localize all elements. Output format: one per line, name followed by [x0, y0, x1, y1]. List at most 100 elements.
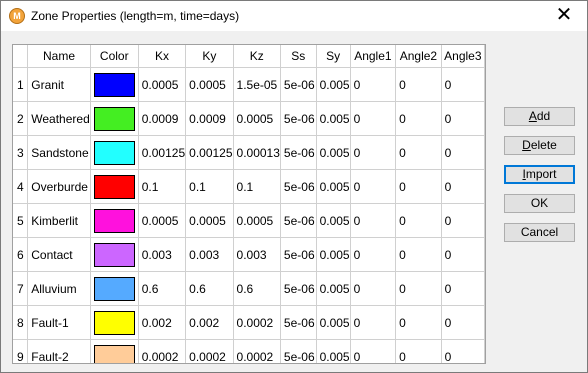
- zone-name-cell[interactable]: Overburde: [27, 169, 91, 204]
- table-row[interactable]: 9 Fault-2 0.0002 0.0002 0.0002 5e-06 0.0…: [13, 339, 485, 363]
- import-button[interactable]: Import: [504, 165, 575, 184]
- angle3-cell[interactable]: 0: [441, 101, 485, 136]
- sy-cell[interactable]: 0.005: [316, 237, 351, 272]
- cancel-button[interactable]: Cancel: [504, 223, 575, 242]
- column-header-kz[interactable]: Kz: [233, 45, 281, 68]
- column-header-kx[interactable]: Kx: [138, 45, 187, 68]
- column-header-angle3[interactable]: Angle3: [441, 45, 485, 68]
- row-number[interactable]: 5: [13, 203, 29, 238]
- color-swatch[interactable]: [93, 276, 135, 301]
- angle3-cell[interactable]: 0: [441, 67, 485, 102]
- angle3-cell[interactable]: 0: [441, 237, 485, 272]
- table-row[interactable]: 1 Granit 0.0005 0.0005 1.5e-05 5e-06 0.0…: [13, 67, 485, 102]
- color-swatch[interactable]: [93, 140, 135, 165]
- table-row[interactable]: 6 Contact 0.003 0.003 0.003 5e-06 0.005 …: [13, 237, 485, 272]
- angle2-cell[interactable]: 0: [395, 237, 442, 272]
- sy-cell[interactable]: 0.005: [316, 271, 351, 306]
- color-swatch[interactable]: [93, 344, 135, 363]
- kx-cell[interactable]: 0.003: [138, 237, 187, 272]
- ss-cell[interactable]: 5e-06: [280, 305, 317, 340]
- zone-name-cell[interactable]: Fault-2: [27, 339, 91, 363]
- close-button[interactable]: ✕: [541, 1, 587, 31]
- row-number[interactable]: 9: [13, 339, 29, 363]
- angle1-cell[interactable]: 0: [350, 305, 397, 340]
- color-swatch[interactable]: [93, 208, 135, 233]
- color-swatch[interactable]: [93, 310, 135, 335]
- row-number[interactable]: 2: [13, 101, 29, 136]
- ss-cell[interactable]: 5e-06: [280, 237, 317, 272]
- zone-color-cell[interactable]: [90, 169, 139, 204]
- ky-cell[interactable]: 0.1: [185, 169, 234, 204]
- ss-cell[interactable]: 5e-06: [280, 135, 317, 170]
- zone-color-cell[interactable]: [90, 271, 139, 306]
- zone-name-cell[interactable]: Fault-1: [27, 305, 91, 340]
- color-swatch[interactable]: [93, 242, 135, 267]
- kx-cell[interactable]: 0.6: [138, 271, 187, 306]
- column-header-angle2[interactable]: Angle2: [395, 45, 442, 68]
- color-swatch[interactable]: [93, 72, 135, 97]
- zone-properties-grid[interactable]: Name Color Kx Ky Kz Ss Sy Angle1 Angle2 …: [12, 44, 486, 364]
- angle1-cell[interactable]: 0: [350, 67, 397, 102]
- column-header-ky[interactable]: Ky: [185, 45, 234, 68]
- sy-cell[interactable]: 0.005: [316, 203, 351, 238]
- angle2-cell[interactable]: 0: [395, 203, 442, 238]
- kx-cell[interactable]: 0.0005: [138, 67, 187, 102]
- kz-cell[interactable]: 0.0005: [233, 203, 281, 238]
- ss-cell[interactable]: 5e-06: [280, 203, 317, 238]
- angle2-cell[interactable]: 0: [395, 135, 442, 170]
- angle1-cell[interactable]: 0: [350, 135, 397, 170]
- angle1-cell[interactable]: 0: [350, 203, 397, 238]
- zone-color-cell[interactable]: [90, 203, 139, 238]
- table-row[interactable]: 8 Fault-1 0.002 0.002 0.0002 5e-06 0.005…: [13, 305, 485, 340]
- angle1-cell[interactable]: 0: [350, 237, 397, 272]
- table-row[interactable]: 4 Overburde 0.1 0.1 0.1 5e-06 0.005 0 0 …: [13, 169, 485, 204]
- kz-cell[interactable]: 0.0002: [233, 339, 281, 363]
- column-header-color[interactable]: Color: [90, 45, 139, 68]
- sy-cell[interactable]: 0.005: [316, 67, 351, 102]
- zone-name-cell[interactable]: Alluvium: [27, 271, 91, 306]
- ky-cell[interactable]: 0.0005: [185, 203, 234, 238]
- ss-cell[interactable]: 5e-06: [280, 271, 317, 306]
- color-swatch[interactable]: [93, 106, 135, 131]
- ky-cell[interactable]: 0.0005: [185, 67, 234, 102]
- sy-cell[interactable]: 0.005: [316, 169, 351, 204]
- zone-color-cell[interactable]: [90, 305, 139, 340]
- zone-name-cell[interactable]: Weathered: [27, 101, 91, 136]
- column-header-name[interactable]: Name: [27, 45, 91, 68]
- angle3-cell[interactable]: 0: [441, 339, 485, 363]
- angle3-cell[interactable]: 0: [441, 135, 485, 170]
- row-number[interactable]: 7: [13, 271, 29, 306]
- ss-cell[interactable]: 5e-06: [280, 67, 317, 102]
- zone-color-cell[interactable]: [90, 339, 139, 363]
- angle2-cell[interactable]: 0: [395, 305, 442, 340]
- angle2-cell[interactable]: 0: [395, 101, 442, 136]
- angle2-cell[interactable]: 0: [395, 271, 442, 306]
- row-number[interactable]: 4: [13, 169, 29, 204]
- kz-cell[interactable]: 0.003: [233, 237, 281, 272]
- column-header-ss[interactable]: Ss: [280, 45, 317, 68]
- angle2-cell[interactable]: 0: [395, 67, 442, 102]
- kx-cell[interactable]: 0.0002: [138, 339, 187, 363]
- ss-cell[interactable]: 5e-06: [280, 169, 317, 204]
- sy-cell[interactable]: 0.005: [316, 305, 351, 340]
- angle1-cell[interactable]: 0: [350, 169, 397, 204]
- angle2-cell[interactable]: 0: [395, 169, 442, 204]
- zone-name-cell[interactable]: Granit: [27, 67, 91, 102]
- row-number[interactable]: 3: [13, 135, 29, 170]
- row-number[interactable]: 1: [13, 67, 29, 102]
- angle3-cell[interactable]: 0: [441, 271, 485, 306]
- table-row[interactable]: 3 Sandstone 0.00125 0.00125 0.00013 5e-0…: [13, 135, 485, 170]
- zone-color-cell[interactable]: [90, 101, 139, 136]
- zone-color-cell[interactable]: [90, 135, 139, 170]
- sy-cell[interactable]: 0.005: [316, 101, 351, 136]
- ss-cell[interactable]: 5e-06: [280, 339, 317, 363]
- angle2-cell[interactable]: 0: [395, 339, 442, 363]
- kz-cell[interactable]: 0.6: [233, 271, 281, 306]
- color-swatch[interactable]: [93, 174, 135, 199]
- kx-cell[interactable]: 0.00125: [138, 135, 187, 170]
- kx-cell[interactable]: 0.0009: [138, 101, 187, 136]
- sy-cell[interactable]: 0.005: [316, 339, 351, 363]
- angle1-cell[interactable]: 0: [350, 101, 397, 136]
- kx-cell[interactable]: 0.002: [138, 305, 187, 340]
- table-row[interactable]: 2 Weathered 0.0009 0.0009 0.0005 5e-06 0…: [13, 101, 485, 136]
